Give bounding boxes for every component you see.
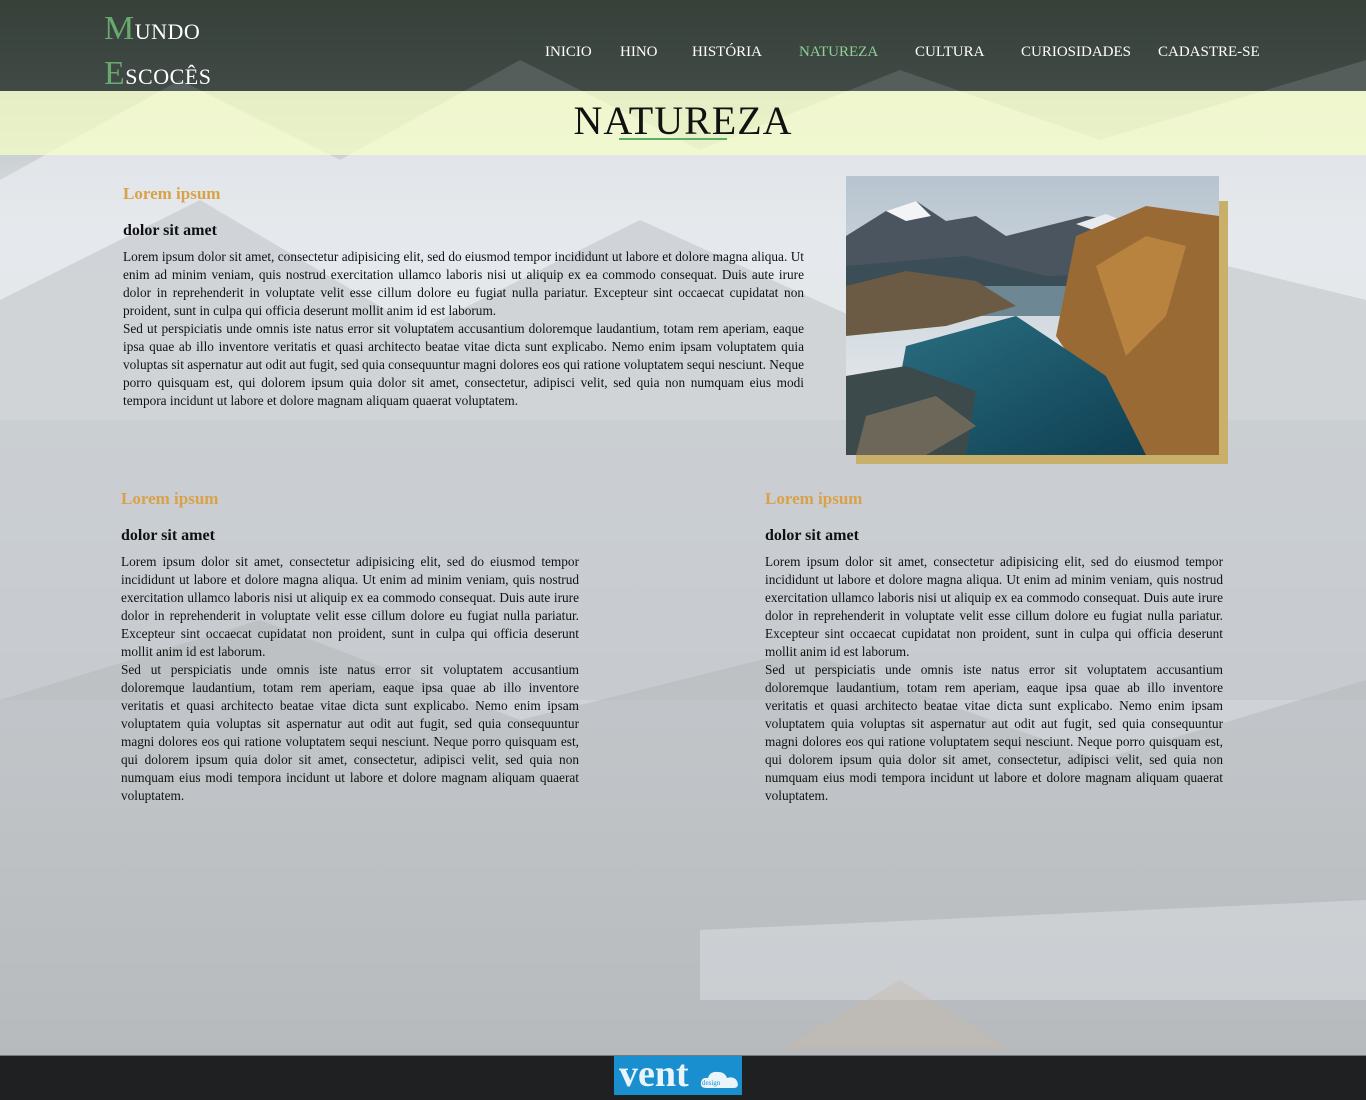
content-section-2: Lorem ipsum dolor sit amet Lorem ipsum d… (121, 489, 579, 805)
vent-design-logo[interactable]: vent design (614, 1056, 742, 1095)
section-paragraph: Lorem ipsum dolor sit amet, consectetur … (123, 249, 804, 318)
footer-brand-small: design (702, 1079, 721, 1087)
main-nav: INICIO HINO HISTÓRIA NATUREZA CULTURA CU… (0, 44, 1366, 64)
site-header: MUNDO ESCOCÊS INICIO HINO HISTÓRIA NATUR… (0, 0, 1366, 92)
content-section-1: Lorem ipsum dolor sit amet Lorem ipsum d… (123, 184, 804, 410)
nav-link-inicio[interactable]: INICIO (545, 44, 592, 61)
section-subtitle: dolor sit amet (121, 527, 215, 544)
section-kicker: Lorem ipsum (123, 184, 221, 203)
section-paragraph: Sed ut perspiciatis unde omnis iste natu… (121, 662, 579, 803)
nav-link-hino[interactable]: HINO (620, 44, 658, 61)
nav-link-natureza[interactable]: NATUREZA (799, 44, 878, 61)
nav-link-cadastre-se[interactable]: CADASTRE-SE (1158, 44, 1260, 61)
landscape-photo (846, 176, 1219, 455)
section-subtitle: dolor sit amet (123, 222, 217, 239)
section-subtitle: dolor sit amet (765, 527, 859, 544)
page-title: NATUREZA (573, 98, 793, 143)
logo-text-2: SCOCÊS (125, 64, 212, 89)
site-footer: vent design (0, 1056, 1366, 1100)
section-paragraph: Sed ut perspiciatis unde omnis iste natu… (765, 662, 1223, 803)
section-paragraph: Lorem ipsum dolor sit amet, consectetur … (765, 554, 1223, 659)
section-kicker: Lorem ipsum (765, 489, 863, 508)
nav-link-curiosidades[interactable]: CURIOSIDADES (1021, 44, 1131, 61)
nav-link-cultura[interactable]: CULTURA (915, 44, 984, 61)
title-underline (619, 138, 727, 140)
nav-link-historia[interactable]: HISTÓRIA (692, 44, 762, 61)
content-section-3: Lorem ipsum dolor sit amet Lorem ipsum d… (765, 489, 1223, 805)
section-kicker: Lorem ipsum (121, 489, 219, 508)
footer-brand-word: vent (619, 1056, 689, 1095)
section-body: Lorem ipsum dolor sit amet, consectetur … (123, 248, 804, 410)
logo-cap-1: M (104, 10, 135, 47)
section-body: Lorem ipsum dolor sit amet, consectetur … (765, 553, 1223, 805)
section-paragraph: Sed ut perspiciatis unde omnis iste natu… (123, 321, 804, 408)
section-body: Lorem ipsum dolor sit amet, consectetur … (121, 553, 579, 805)
logo-text-1: UNDO (134, 19, 201, 44)
section-paragraph: Lorem ipsum dolor sit amet, consectetur … (121, 554, 579, 659)
title-band: NATUREZA (0, 91, 1366, 155)
